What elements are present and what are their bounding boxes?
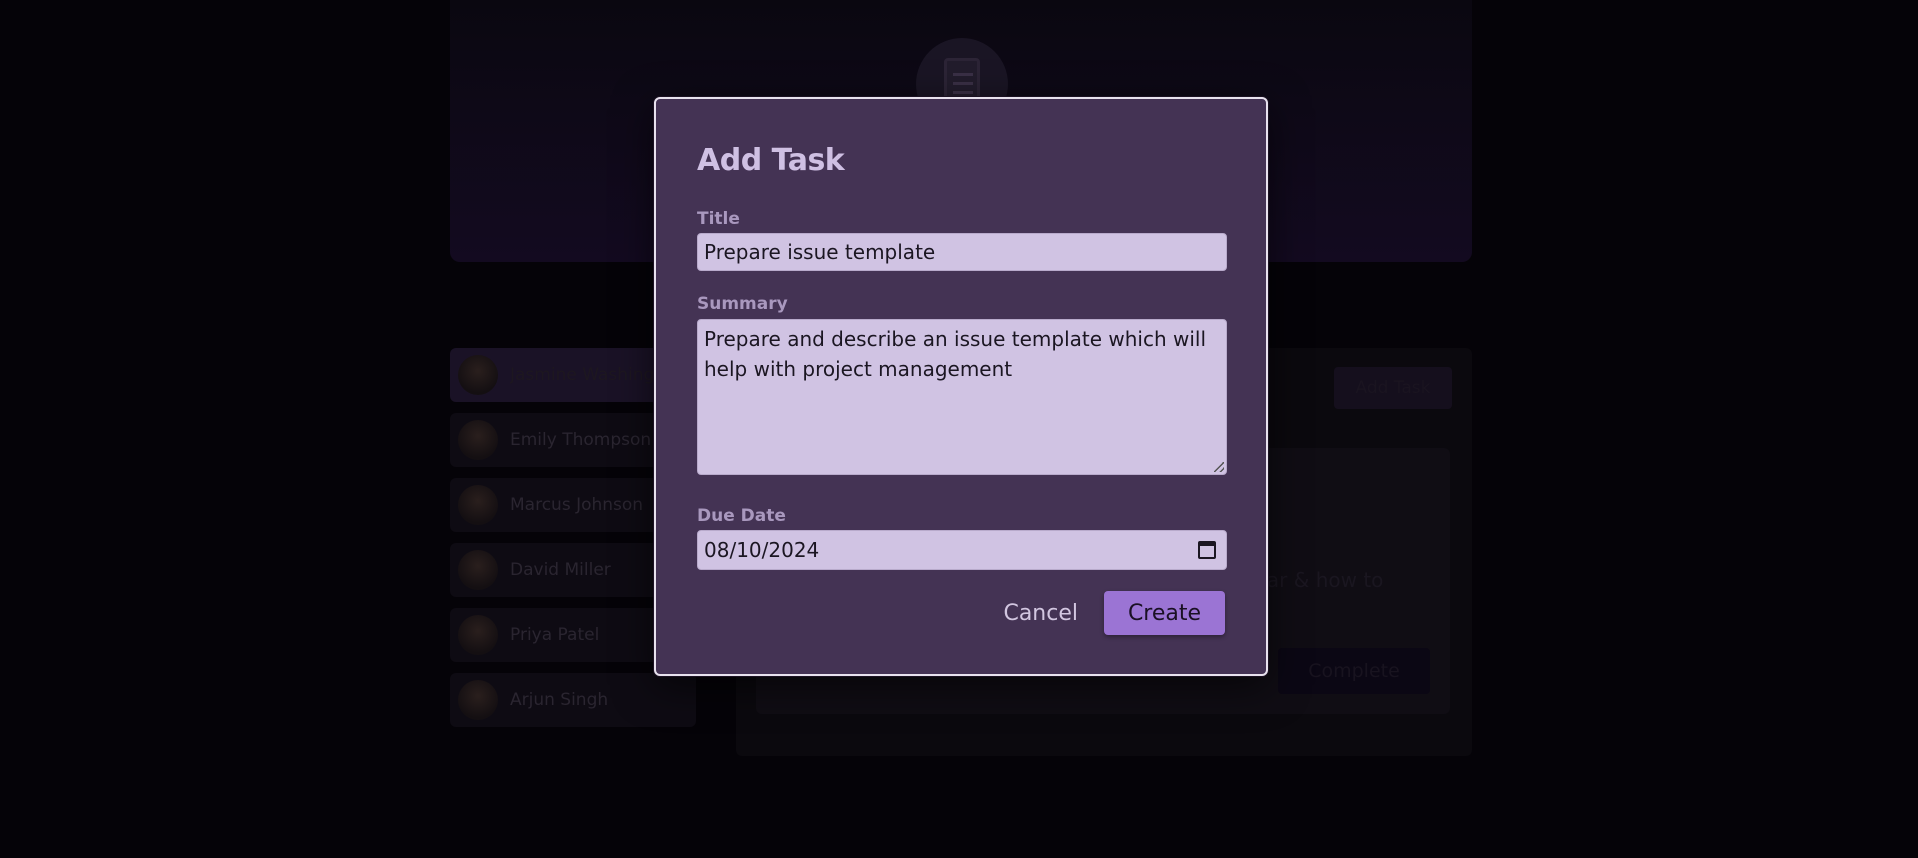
- avatar: [458, 485, 498, 525]
- title-label: Title: [697, 209, 740, 229]
- avatar: [458, 615, 498, 655]
- modal-title: Add Task: [697, 143, 845, 178]
- avatar: [458, 355, 498, 395]
- user-item[interactable]: Arjun Singh: [450, 673, 696, 727]
- summary-label: Summary: [697, 294, 788, 314]
- user-name: David Miller: [510, 560, 611, 580]
- user-name: Marcus Johnson: [510, 495, 644, 515]
- due-date-label: Due Date: [697, 506, 786, 526]
- title-input-value: Prepare issue template: [704, 240, 936, 264]
- modal-actions: Cancel Create: [985, 591, 1225, 635]
- due-date-value: 08/10/2024: [704, 538, 820, 562]
- summary-textarea[interactable]: Prepare and describe an issue template w…: [697, 319, 1227, 475]
- avatar: [458, 550, 498, 590]
- due-date-input[interactable]: 08/10/2024: [697, 530, 1227, 570]
- resize-handle-icon[interactable]: [1214, 462, 1224, 472]
- background-add-task-button[interactable]: Add Task: [1334, 367, 1452, 409]
- create-button[interactable]: Create: [1104, 591, 1225, 635]
- title-input[interactable]: Prepare issue template: [697, 233, 1227, 271]
- user-name: Priya Patel: [510, 625, 600, 645]
- user-name: Emily Thompson: [510, 430, 652, 450]
- add-task-modal: Add Task Title Prepare issue template Su…: [654, 97, 1268, 676]
- summary-textarea-value: Prepare and describe an issue template w…: [704, 327, 1207, 381]
- user-name: Arjun Singh: [510, 690, 609, 710]
- cancel-button[interactable]: Cancel: [985, 593, 1096, 634]
- complete-button[interactable]: Complete: [1278, 648, 1430, 694]
- calendar-icon[interactable]: [1198, 541, 1216, 559]
- avatar: [458, 420, 498, 460]
- avatar: [458, 680, 498, 720]
